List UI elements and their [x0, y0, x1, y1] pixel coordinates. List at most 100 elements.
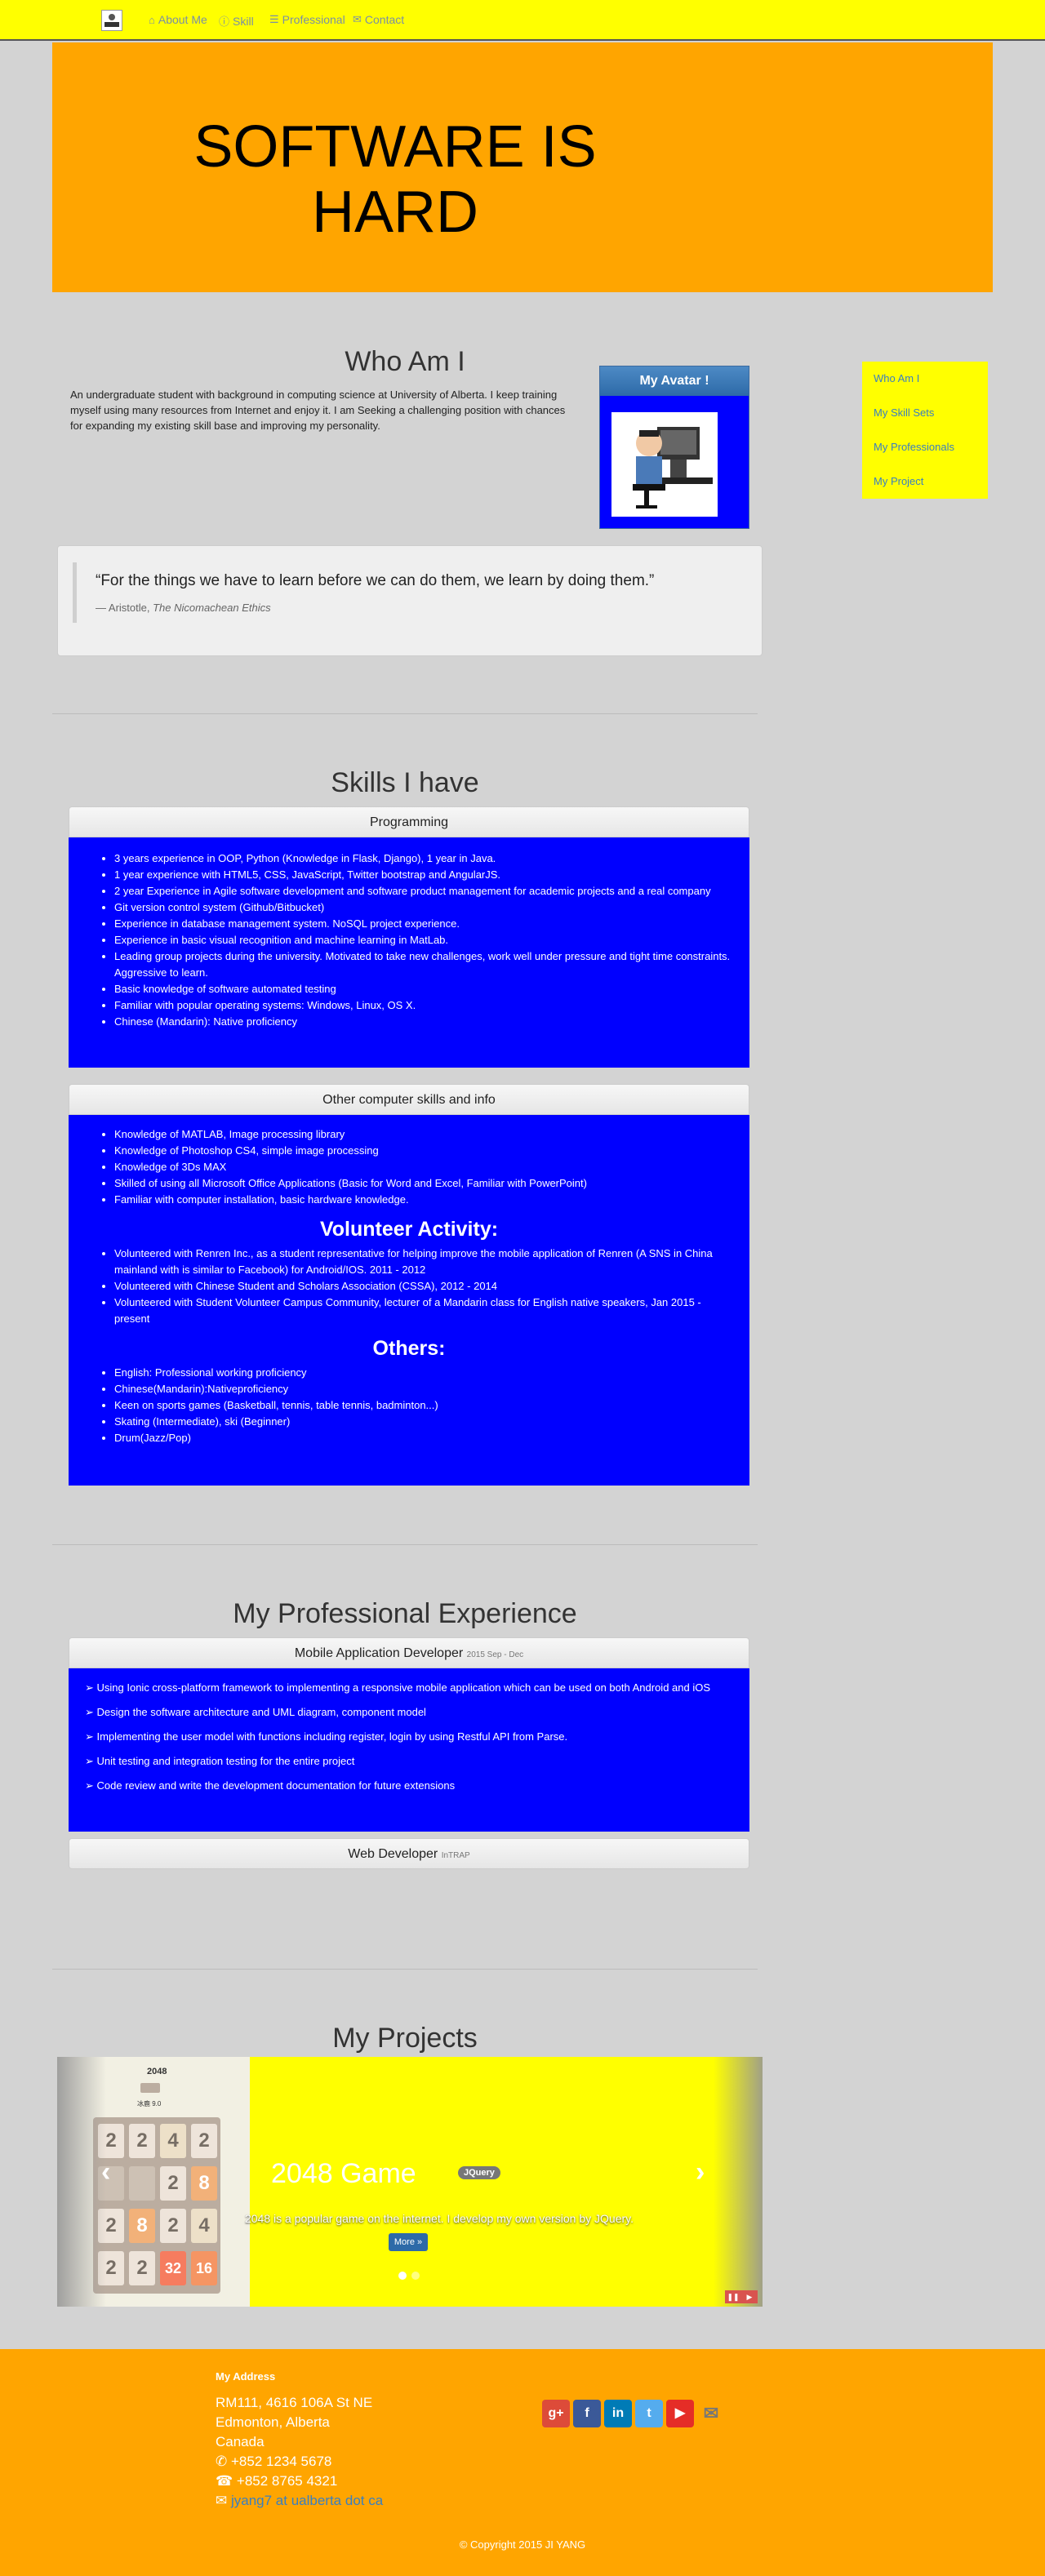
list-item: Basic knowledge of software automated te… — [114, 981, 733, 997]
nav-skill[interactable]: ⓘ Skill — [219, 13, 254, 29]
address-line: RM111, 4616 106A St NE — [216, 2395, 373, 2410]
job-point: ➢ Design the software architecture and U… — [85, 1706, 426, 1718]
slide-text: 2048 is a popular game on the internet. … — [244, 2212, 634, 2225]
top-navbar: ⌂ About Me ⓘ Skill ☰ Professional ✉ Cont… — [0, 0, 1045, 41]
others-title: Others: — [372, 1337, 446, 1360]
job-point: ➢ Unit testing and integration testing f… — [85, 1755, 355, 1767]
avatar-heading: My Avatar ! — [600, 366, 749, 396]
avatar-panel: My Avatar ! — [599, 366, 749, 529]
carousel-indicator[interactable] — [411, 2272, 420, 2280]
game-score-box — [140, 2083, 160, 2093]
slide-badge: JQuery — [458, 2166, 500, 2179]
divider — [52, 713, 758, 714]
chevron-right-icon[interactable]: › — [696, 2156, 705, 2188]
fax-line: ☎ +852 8765 4321 — [216, 2473, 338, 2489]
carousel-left-control[interactable] — [57, 2057, 106, 2307]
side-nav: Who Am I My Skill Sets My Professionals … — [862, 362, 988, 499]
youtube-icon[interactable]: ▶ — [666, 2400, 694, 2427]
job-point: ➢ Implementing the user model with funct… — [85, 1730, 568, 1743]
others-list: English: Professional working proficienc… — [69, 1365, 749, 1446]
address-line: Edmonton, Alberta — [216, 2414, 330, 2430]
game-tile: 2 — [160, 2209, 186, 2243]
job1-panel-body: ➢ Using Ionic cross-platform framework t… — [69, 1668, 749, 1832]
slide-title: 2048 Game — [271, 2158, 416, 2189]
other-skills-panel-body: Knowledge of MATLAB, Image processing li… — [69, 1115, 749, 1486]
whoami-text: An undergraduate student with background… — [70, 389, 566, 432]
game-tile: 2 — [160, 2166, 186, 2201]
envelope-icon: ✉ — [353, 13, 362, 25]
mail-icon[interactable]: ✉ — [697, 2400, 725, 2427]
footer-label: My Address — [216, 2370, 276, 2383]
list-item: Experience in database management system… — [114, 916, 733, 932]
game-subtitle: 冰鹿 9.0 — [137, 2100, 162, 2107]
address-line: Canada — [216, 2434, 265, 2449]
footer: My Address RM111, 4616 106A St NE Edmont… — [0, 2349, 1045, 2576]
info-icon: ⓘ — [219, 16, 230, 28]
list-item: Knowledge of 3Ds MAX — [114, 1159, 733, 1175]
google-plus-icon[interactable]: g+ — [542, 2400, 570, 2427]
pause-icon[interactable]: ❚❚ — [725, 2290, 741, 2303]
email-link[interactable]: jyang7 at ualberta dot ca — [231, 2493, 383, 2508]
avatar-illustration — [633, 427, 713, 509]
job-point: ➢ Using Ionic cross-platform framework t… — [85, 1681, 711, 1694]
game-board: 2 2 4 2 2 8 2 8 2 4 2 2 32 16 — [93, 2117, 220, 2294]
play-icon[interactable]: ▶ — [741, 2290, 758, 2303]
avatar-image — [611, 412, 718, 517]
list-icon: ☰ — [269, 13, 279, 25]
job2-panel-heading[interactable]: Web Developer InTRAP — [69, 1838, 749, 1869]
facebook-icon[interactable]: f — [573, 2400, 601, 2427]
list-item: 3 years experience in OOP, Python (Knowl… — [114, 851, 733, 867]
programming-panel-heading[interactable]: Programming — [69, 806, 749, 837]
hero-title: SOFTWARE IS HARD — [193, 114, 597, 245]
nav-professional[interactable]: ☰ Professional — [269, 13, 345, 26]
quote-box: “For the things we have to learn before … — [57, 545, 763, 656]
other-skills-panel-heading[interactable]: Other computer skills and info — [69, 1084, 749, 1115]
divider — [52, 1544, 758, 1545]
programming-panel-body: 3 years experience in OOP, Python (Knowl… — [69, 837, 749, 1068]
list-item: 1 year experience with HTML5, CSS, JavaS… — [114, 867, 733, 883]
phone-icon: ✆ — [216, 2454, 228, 2469]
side-nav-skill-sets[interactable]: My Skill Sets — [862, 396, 988, 430]
list-item: Chinese (Mandarin): Native proficiency — [114, 1014, 733, 1030]
chevron-left-icon[interactable]: ‹ — [101, 2156, 110, 2188]
home-icon: ⌂ — [149, 13, 155, 26]
nav-contact[interactable]: ✉ Contact — [353, 13, 404, 26]
carousel-indicator-active[interactable] — [398, 2272, 407, 2280]
job-point: ➢ Code review and write the development … — [85, 1779, 456, 1792]
envelope-icon: ✉ — [216, 2493, 228, 2508]
game-tile: 8 — [129, 2209, 155, 2243]
side-nav-professionals[interactable]: My Professionals — [862, 430, 988, 464]
game-tile: 4 — [160, 2124, 186, 2158]
professional-title: My Professional Experience — [233, 1598, 577, 1629]
list-item: Git version control system (Github/Bitbu… — [114, 899, 733, 916]
game-tile: 2 — [191, 2124, 217, 2158]
projects-title: My Projects — [332, 2023, 478, 2054]
phone-line: ✆ +852 1234 5678 — [216, 2454, 332, 2469]
brand-logo[interactable] — [101, 10, 122, 31]
list-item: Leading group projects during the univer… — [114, 948, 733, 981]
carousel-right-control[interactable] — [714, 2057, 763, 2307]
quote-source-title: The Nicomachean Ethics — [153, 602, 271, 614]
hero-banner: SOFTWARE IS HARD — [52, 42, 993, 292]
volunteer-title: Volunteer Activity: — [319, 1218, 499, 1241]
twitter-icon[interactable]: t — [635, 2400, 663, 2427]
list-item: Familiar with computer installation, bas… — [114, 1192, 733, 1208]
nav-about-me[interactable]: ⌂ About Me — [149, 13, 207, 26]
side-nav-who-am-i[interactable]: Who Am I — [862, 362, 988, 396]
job2-date: InTRAP — [441, 1851, 470, 1860]
copyright: © Copyright 2015 JI YANG — [459, 2538, 586, 2551]
fax-icon: ☎ — [216, 2473, 233, 2489]
more-button[interactable]: More » — [389, 2233, 428, 2251]
job1-panel-heading[interactable]: Mobile Application Developer 2015 Sep - … — [69, 1637, 749, 1668]
quote-text: “For the things we have to learn before … — [96, 572, 655, 589]
list-item: Volunteered with Renren Inc., as a stude… — [114, 1246, 733, 1278]
other-skills-list: Knowledge of MATLAB, Image processing li… — [69, 1126, 749, 1208]
side-nav-project[interactable]: My Project — [862, 464, 988, 499]
linkedin-icon[interactable]: in — [604, 2400, 632, 2427]
programming-list: 3 years experience in OOP, Python (Knowl… — [69, 851, 749, 1030]
list-item: 2 year Experience in Agile software deve… — [114, 883, 733, 899]
game-tile: 2 — [129, 2124, 155, 2158]
list-item: Volunteered with Chinese Student and Sch… — [114, 1278, 733, 1295]
list-item: Knowledge of Photoshop CS4, simple image… — [114, 1143, 733, 1159]
game-tile: 16 — [191, 2251, 217, 2285]
